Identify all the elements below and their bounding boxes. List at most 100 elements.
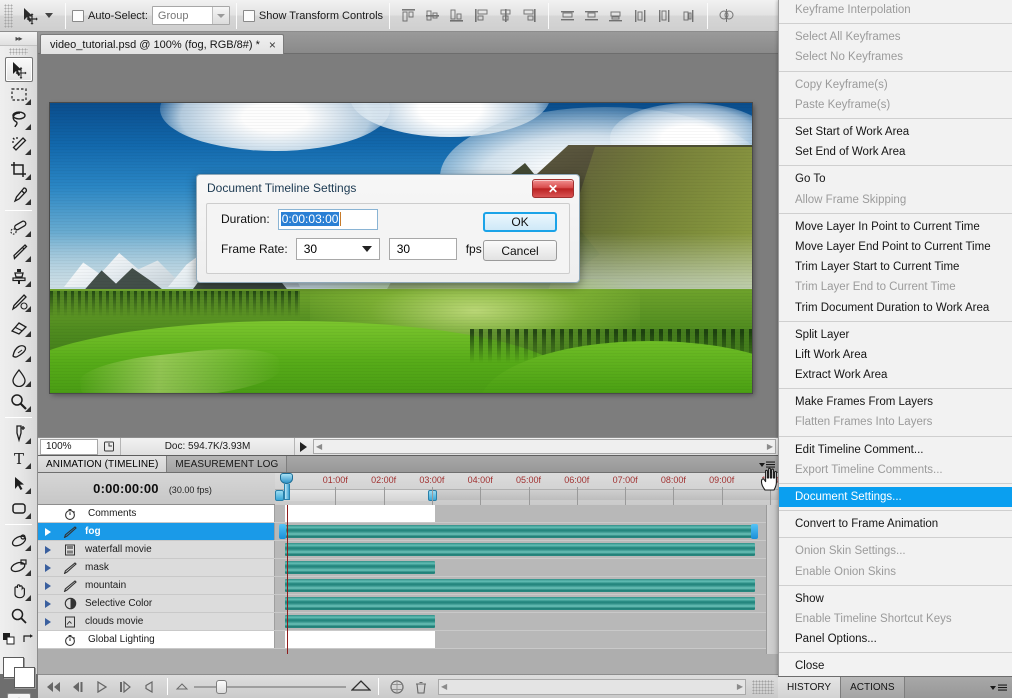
scroll-left-arrow-icon[interactable]: ◀: [441, 682, 447, 691]
tool-flyout-triangle-icon[interactable]: [24, 438, 31, 444]
context-menu-item[interactable]: Convert to Frame Animation: [779, 514, 1012, 534]
play-icon[interactable]: [90, 678, 112, 696]
tab-actions[interactable]: ACTIONS: [841, 677, 905, 698]
document-timeline-settings-dialog[interactable]: Document Timeline Settings ✕ Duration: 0…: [196, 174, 580, 283]
context-menu-item[interactable]: Extract Work Area: [779, 365, 1012, 385]
tool-flyout-triangle-icon[interactable]: [24, 199, 31, 205]
tool-flyout-triangle-icon[interactable]: [24, 595, 31, 601]
zoom-slider-thumb[interactable]: [216, 679, 227, 694]
tool-magic-wand-tool[interactable]: [5, 132, 33, 157]
panel-menu-icon[interactable]: [758, 458, 776, 471]
tool-flyout-triangle-icon[interactable]: [24, 513, 31, 519]
timeline-horizontal-scrollbar[interactable]: ◀ ▶: [438, 678, 746, 695]
ok-button[interactable]: OK: [483, 212, 557, 232]
timeline-track-row[interactable]: Selective Color: [38, 595, 778, 613]
distribute-right-edges-icon[interactable]: [680, 7, 697, 24]
frame-rate-dropdown[interactable]: 30: [295, 238, 380, 260]
active-tool-preview[interactable]: [13, 2, 59, 30]
auto-align-layers-icon[interactable]: [718, 7, 735, 24]
tool-flyout-triangle-icon[interactable]: [24, 570, 31, 576]
track-lane[interactable]: [275, 631, 778, 648]
delete-keyframes-icon[interactable]: [410, 678, 432, 696]
align-vertical-centers-icon[interactable]: [424, 7, 441, 24]
close-icon[interactable]: ✕: [532, 179, 574, 198]
context-menu-item[interactable]: Close: [779, 656, 1012, 676]
timeline-track-row[interactable]: Comments: [38, 505, 778, 523]
toolbox-grip[interactable]: [9, 48, 28, 55]
tool-dodge-tool[interactable]: [5, 389, 33, 414]
track-lane[interactable]: [275, 613, 778, 630]
timeline-vertical-scrollbar[interactable]: [766, 505, 778, 654]
current-time-display[interactable]: 0:00:00:00 (30.00 fps): [38, 481, 275, 496]
cancel-button[interactable]: Cancel: [483, 240, 557, 261]
align-top-edges-icon[interactable]: [400, 7, 417, 24]
playhead-marker[interactable]: [280, 472, 293, 501]
panel-menu-icon[interactable]: [990, 677, 1012, 698]
tool-flyout-triangle-icon[interactable]: [24, 124, 31, 130]
timeline-track-row[interactable]: mask: [38, 559, 778, 577]
timeline-zoom-slider[interactable]: [175, 679, 372, 694]
tool-flyout-triangle-icon[interactable]: [24, 545, 31, 551]
context-menu-item[interactable]: Make Frames From Layers: [779, 392, 1012, 412]
expand-track-triangle-icon[interactable]: [38, 563, 58, 572]
audio-icon[interactable]: [138, 678, 160, 696]
tool-flyout-triangle-icon[interactable]: [24, 306, 31, 312]
tool-brush-tool[interactable]: [5, 239, 33, 264]
expand-track-triangle-icon[interactable]: [38, 581, 58, 590]
close-icon[interactable]: ×: [269, 39, 276, 51]
align-horizontal-centers-icon[interactable]: [497, 7, 514, 24]
expand-track-triangle-icon[interactable]: [38, 617, 58, 626]
tab-measurement-log[interactable]: MEASUREMENT LOG: [167, 456, 288, 472]
toolbox-collapse-button[interactable]: ▸▸: [0, 32, 37, 46]
tool-flyout-triangle-icon[interactable]: [24, 488, 31, 494]
tool-hand-tool[interactable]: [5, 578, 33, 603]
select-next-frame-icon[interactable]: [114, 678, 136, 696]
options-bar-grip[interactable]: [4, 3, 13, 28]
timeline-track-row[interactable]: waterfall movie: [38, 541, 778, 559]
tool-clone-stamp-tool[interactable]: [5, 264, 33, 289]
tool-flyout-triangle-icon[interactable]: [24, 149, 31, 155]
scroll-right-arrow-icon[interactable]: ▶: [737, 682, 743, 691]
distribute-left-edges-icon[interactable]: [632, 7, 649, 24]
tool-move-tool[interactable]: [4, 57, 33, 82]
select-previous-frame-icon[interactable]: [66, 678, 88, 696]
tab-animation-timeline[interactable]: ANIMATION (TIMELINE): [38, 456, 168, 472]
tool-3d-rotate-tool[interactable]: [5, 528, 33, 553]
quick-mask-icon[interactable]: [6, 693, 31, 698]
context-menu-item[interactable]: Go To: [779, 169, 1012, 189]
track-end-handle[interactable]: [751, 524, 758, 539]
track-lane[interactable]: [275, 595, 778, 612]
timeline-track-row[interactable]: fog: [38, 523, 778, 541]
context-menu-item[interactable]: Document Settings...: [779, 486, 1012, 508]
tool-flyout-triangle-icon[interactable]: [24, 231, 31, 237]
track-name-cell[interactable]: clouds movie: [38, 613, 275, 630]
track-name-cell[interactable]: Comments: [38, 505, 275, 522]
scroll-left-arrow-icon[interactable]: ◀: [316, 442, 322, 451]
auto-select-checkbox[interactable]: [72, 9, 84, 22]
tool-path-selection-tool[interactable]: [5, 471, 33, 496]
tool-blur-tool[interactable]: [5, 364, 33, 389]
document-tab[interactable]: video_tutorial.psd @ 100% (fog, RGB/8#) …: [40, 34, 284, 54]
track-name-cell[interactable]: fog: [38, 523, 275, 540]
onion-skins-icon[interactable]: [386, 678, 408, 696]
track-lane[interactable]: [275, 541, 778, 558]
panel-resize-grip[interactable]: [752, 679, 774, 694]
track-name-cell[interactable]: Selective Color: [38, 595, 275, 612]
align-bottom-edges-icon[interactable]: [448, 7, 465, 24]
zoom-in-large-icon[interactable]: [350, 679, 372, 694]
track-duration-bar[interactable]: [285, 615, 435, 628]
track-start-handle[interactable]: [279, 524, 286, 539]
tool-gradient-tool[interactable]: [5, 339, 33, 364]
zoom-slider-track[interactable]: [194, 679, 346, 694]
work-area-bar[interactable]: [275, 488, 778, 501]
go-to-first-frame-icon[interactable]: [42, 678, 64, 696]
context-menu-item[interactable]: Show: [779, 589, 1012, 609]
swap-colors-icon[interactable]: [22, 633, 34, 648]
show-transform-controls-row[interactable]: Show Transform Controls: [242, 9, 383, 22]
track-duration-bar[interactable]: [285, 579, 755, 592]
distribute-bottom-edges-icon[interactable]: [607, 7, 624, 24]
track-name-cell[interactable]: mountain: [38, 577, 275, 594]
context-menu-item[interactable]: Set End of Work Area: [779, 142, 1012, 162]
context-menu-item[interactable]: Move Layer In Point to Current Time: [779, 217, 1012, 237]
scroll-right-arrow-icon[interactable]: ▶: [767, 442, 773, 451]
